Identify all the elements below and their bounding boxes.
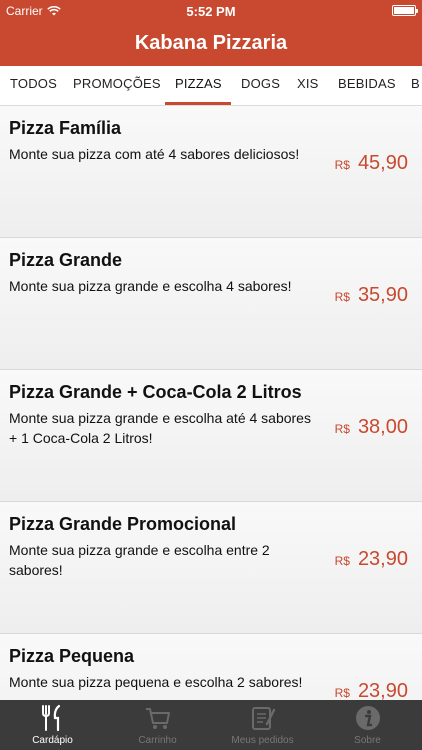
cutlery-icon bbox=[42, 704, 61, 732]
product-card[interactable]: Pizza Pequena Monte sua pizza pequena e … bbox=[0, 634, 422, 700]
tabbar-label: Meus pedidos bbox=[231, 735, 294, 746]
tabbar-label: Sobre bbox=[354, 735, 381, 746]
product-name: Pizza Pequena bbox=[9, 646, 135, 666]
bottom-tab-bar: Cardápio Carrinho Meus pedidos Sobre bbox=[0, 700, 422, 750]
product-price: R$ 45,90 bbox=[335, 152, 408, 175]
product-name: Pizza Grande + Coca-Cola 2 Litros bbox=[9, 382, 302, 402]
status-bar: Carrier 5:52 PM bbox=[0, 0, 422, 22]
clock: 5:52 PM bbox=[186, 4, 236, 19]
product-description: Monte sua pizza com até 4 sabores delici… bbox=[9, 146, 300, 162]
price-currency: R$ bbox=[334, 554, 350, 568]
price-value: 23,90 bbox=[357, 680, 408, 700]
page-title: Kabana Pizzaria bbox=[134, 32, 288, 54]
product-name: Pizza Grande bbox=[9, 250, 123, 270]
product-price: R$ 38,00 bbox=[335, 416, 408, 439]
cart-icon bbox=[146, 708, 170, 729]
price-value: 45,90 bbox=[357, 152, 408, 174]
tab-promocoes[interactable]: PROMOÇÕES bbox=[73, 76, 161, 91]
tab-dogs[interactable]: DOGS bbox=[241, 76, 280, 91]
price-value: 35,90 bbox=[357, 284, 408, 306]
product-description: Monte sua pizza grande e escolha entre 2… bbox=[9, 542, 270, 578]
product-description: Monte sua pizza grande e escolha até 4 s… bbox=[9, 410, 311, 446]
order-list-icon bbox=[252, 707, 276, 730]
tab-bebidas[interactable]: BEBIDAS bbox=[338, 76, 396, 91]
product-price: R$ 35,90 bbox=[335, 284, 408, 307]
tabbar-item-cardapio[interactable]: Cardápio bbox=[0, 700, 105, 750]
product-description: Monte sua pizza pequena e escolha 2 sabo… bbox=[9, 674, 303, 690]
tabbar-item-carrinho[interactable]: Carrinho bbox=[105, 700, 210, 750]
price-value: 38,00 bbox=[357, 416, 408, 438]
tabbar-item-sobre[interactable]: Sobre bbox=[315, 700, 420, 750]
product-price: R$ 23,90 bbox=[335, 548, 408, 571]
product-card[interactable]: Pizza Grande Monte sua pizza grande e es… bbox=[0, 238, 422, 370]
price-value: 23,90 bbox=[357, 548, 408, 570]
product-price: R$ 23,90 bbox=[335, 680, 408, 700]
price-currency: R$ bbox=[334, 686, 350, 700]
tab-more[interactable]: B bbox=[411, 76, 420, 91]
product-description: Monte sua pizza grande e escolha 4 sabor… bbox=[9, 278, 292, 294]
product-card[interactable]: Pizza Grande + Coca-Cola 2 Litros Monte … bbox=[0, 370, 422, 502]
nav-bar: Kabana Pizzaria bbox=[0, 22, 422, 66]
tabbar-item-meus-pedidos[interactable]: Meus pedidos bbox=[210, 700, 315, 750]
tab-pizzas[interactable]: PIZZAS bbox=[175, 76, 222, 91]
product-name: Pizza Grande Promocional bbox=[9, 514, 237, 534]
product-list[interactable]: Pizza Família Monte sua pizza com até 4 … bbox=[0, 106, 422, 700]
product-card[interactable]: Pizza Grande Promocional Monte sua pizza… bbox=[0, 502, 422, 634]
price-currency: R$ bbox=[334, 158, 350, 172]
category-tabs: TODOS PROMOÇÕES PIZZAS DOGS XIS BEBIDAS … bbox=[0, 66, 422, 106]
tabbar-label: Carrinho bbox=[138, 735, 177, 746]
tab-xis[interactable]: XIS bbox=[297, 76, 319, 91]
price-currency: R$ bbox=[334, 422, 350, 436]
info-icon bbox=[356, 706, 380, 730]
price-currency: R$ bbox=[334, 290, 350, 304]
product-name: Pizza Família bbox=[9, 118, 122, 138]
battery-icon bbox=[392, 5, 418, 16]
product-card[interactable]: Pizza Família Monte sua pizza com até 4 … bbox=[0, 106, 422, 238]
tab-todos[interactable]: TODOS bbox=[10, 76, 57, 91]
tabbar-label: Cardápio bbox=[32, 735, 73, 746]
